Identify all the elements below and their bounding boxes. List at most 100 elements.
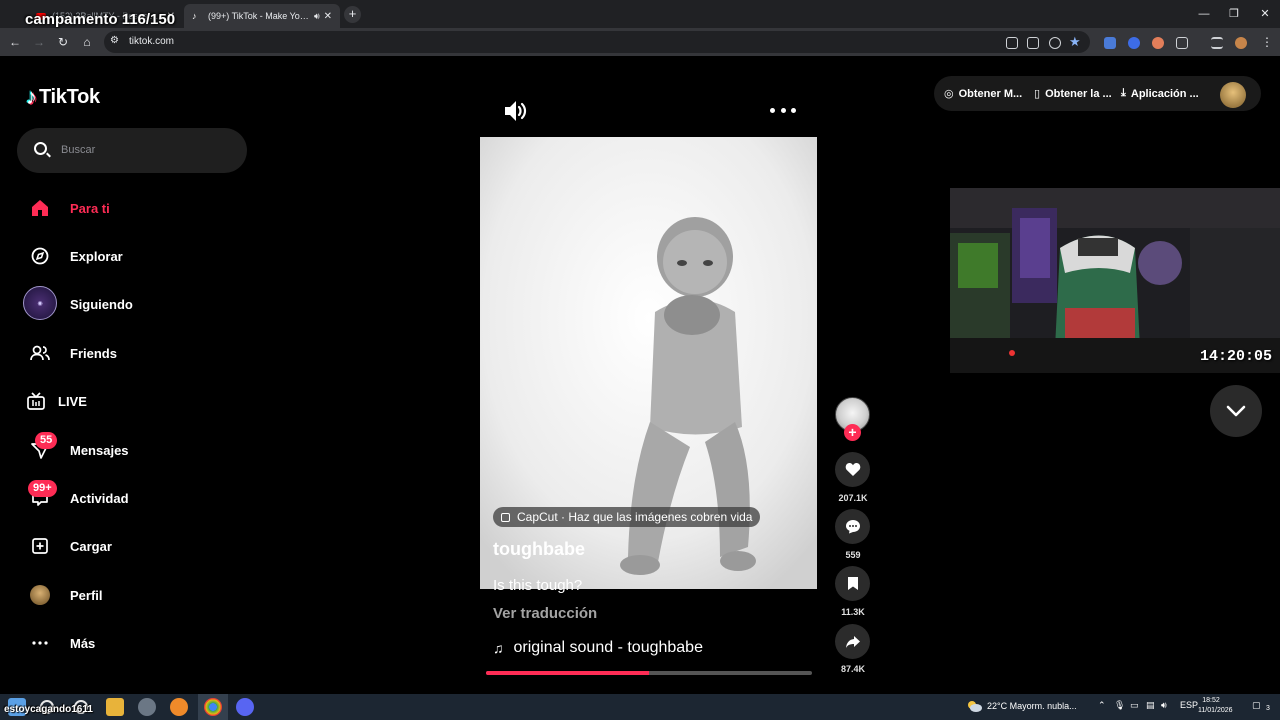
camera-icon[interactable]: ▭ xyxy=(1130,700,1139,711)
close-window-button[interactable]: ✕ xyxy=(1248,0,1280,28)
messages-badge: 55 xyxy=(35,432,58,449)
sidebar-item-label: Para ti xyxy=(70,200,110,216)
sound-link[interactable]: ♫ original sound - toughbabe xyxy=(493,639,703,657)
webcam-timestamp: 14:20:05 xyxy=(1199,348,1272,365)
tiktok-note-icon: ♪ xyxy=(26,84,37,109)
language-indicator[interactable]: ESP xyxy=(1180,700,1198,710)
webcam-image xyxy=(950,188,1280,373)
sidebar-item-mensajes[interactable]: 55 Mensajes xyxy=(22,430,252,470)
dot xyxy=(780,107,786,113)
profile-avatar xyxy=(22,579,58,611)
sidebar-item-perfil[interactable]: Perfil xyxy=(22,575,252,615)
close-tab-icon[interactable]: ✕ xyxy=(324,11,332,22)
capcut-icon xyxy=(501,512,510,522)
volume-button[interactable] xyxy=(502,97,530,125)
chrome-icon[interactable] xyxy=(204,698,222,716)
new-tab-button[interactable]: + xyxy=(344,6,361,23)
reload-button[interactable]: ↻ xyxy=(55,34,71,50)
file-explorer-icon[interactable] xyxy=(106,698,124,716)
video-progress-bar[interactable] xyxy=(486,671,812,675)
extension-icon[interactable] xyxy=(1152,37,1164,49)
save-button[interactable] xyxy=(835,566,870,601)
search-input[interactable] xyxy=(61,140,231,160)
webcam-overlay: 14:20:05 xyxy=(950,188,1280,373)
back-button[interactable]: ← xyxy=(7,34,23,50)
comment-button[interactable] xyxy=(835,509,870,544)
tab-audio-icon[interactable]: 🔊︎ xyxy=(314,11,320,22)
phone-icon: ▯ xyxy=(1034,88,1041,100)
live-icon xyxy=(18,385,54,417)
taskbar-clock[interactable]: 18:52 11/01/2026 xyxy=(1198,696,1233,716)
weather-widget[interactable]: 22°C Mayorm. nubla... xyxy=(966,700,1077,712)
sound-name: original sound - toughbabe xyxy=(513,639,703,656)
restore-button[interactable]: ❐ xyxy=(1217,0,1251,28)
get-coins-button[interactable]: ◎ Obtener M... xyxy=(944,76,1022,111)
sidebar-item-friends[interactable]: Friends xyxy=(22,333,252,373)
bookmark-icon xyxy=(847,577,858,590)
see-translation-link[interactable]: Ver traducción xyxy=(493,605,597,622)
sidebar-item-para-ti[interactable]: Para ti xyxy=(22,188,252,228)
menu-kebab-icon[interactable]: ⋮ xyxy=(1259,34,1275,50)
sidebar-item-actividad[interactable]: 99+ Actividad xyxy=(22,478,252,518)
speaker-icon[interactable]: 🔊︎ xyxy=(1161,700,1167,711)
extension-audio-icon[interactable] xyxy=(1128,37,1140,49)
sidebar-item-cargar[interactable]: Cargar xyxy=(22,526,252,566)
sidebar-item-label: Perfil xyxy=(70,587,103,603)
weather-text: 22°C Mayorm. nubla... xyxy=(987,701,1077,711)
tiktok-logo[interactable]: ♪ TikTok xyxy=(26,84,100,110)
address-bar[interactable]: ⚙ tiktok.com xyxy=(104,31,1090,53)
reading-list-icon[interactable] xyxy=(1211,37,1223,49)
tray-chevron-icon[interactable]: ⌃ xyxy=(1098,700,1106,711)
chevron-down-icon xyxy=(1226,405,1246,417)
sidebar-item-label: Actividad xyxy=(70,490,129,506)
follow-button[interactable]: + xyxy=(844,424,861,441)
compass-icon xyxy=(22,240,58,272)
share-button[interactable] xyxy=(835,624,870,659)
sidebar-item-label: Siguiendo xyxy=(70,296,133,312)
sidebar-item-label: Cargar xyxy=(70,538,112,554)
steam-icon[interactable] xyxy=(138,698,156,716)
sidebar-item-siguiendo[interactable]: ◉ Siguiendo xyxy=(22,284,252,324)
get-coins-label: Obtener M... xyxy=(958,87,1023,100)
sidebar-item-live[interactable]: LIVE xyxy=(22,381,252,421)
site-info-icon[interactable]: ⚙ xyxy=(110,35,119,46)
forward-button[interactable]: → xyxy=(31,34,47,50)
microphone-icon[interactable]: 🎙︎ xyxy=(1114,700,1125,711)
likes-count: 207.1K xyxy=(838,493,868,503)
home-button[interactable]: ⌂ xyxy=(79,34,95,50)
search-box[interactable] xyxy=(17,128,247,173)
following-avatar-image: ◉ xyxy=(23,286,57,320)
get-app-button[interactable]: ▯ Obtener la ... xyxy=(1034,76,1112,111)
capcut-template-link[interactable]: CapCut · Haz que las imágenes cobren vid… xyxy=(493,507,761,527)
extension-translate-icon[interactable] xyxy=(1104,37,1116,49)
install-app-icon[interactable] xyxy=(1006,37,1018,49)
sidebar-item-label: Explorar xyxy=(70,248,123,264)
stream-campaign-overlay: campamento 116/150 xyxy=(25,11,176,28)
get-app-label: Obtener la ... xyxy=(1045,87,1112,100)
overwatch-icon[interactable] xyxy=(170,698,188,716)
browser-toolbar: ← → ↻ ⌂ ⚙ tiktok.com ★ ⋮ xyxy=(0,28,1280,56)
minimize-button[interactable]: — xyxy=(1187,0,1221,28)
comment-icon xyxy=(845,520,860,534)
next-video-button[interactable] xyxy=(1210,385,1262,437)
dot xyxy=(770,107,775,113)
profile-icon[interactable] xyxy=(1235,37,1247,49)
zoom-icon[interactable] xyxy=(1049,37,1061,49)
network-icon[interactable]: ▤ xyxy=(1146,700,1155,711)
user-avatar[interactable] xyxy=(1220,82,1246,108)
notifications-icon[interactable]: ▢ xyxy=(1252,700,1261,711)
like-button[interactable] xyxy=(835,452,870,487)
video-options-button[interactable] xyxy=(770,100,796,120)
bookmark-star-icon[interactable]: ★ xyxy=(1069,34,1081,50)
tab-tiktok[interactable]: ♪ (99+) TikTok - Make Your Day 🔊︎ ✕ xyxy=(184,4,340,28)
sidebar-item-label: LIVE xyxy=(58,393,87,409)
coin-icon: ◎ xyxy=(944,88,954,100)
discord-icon[interactable] xyxy=(236,698,254,716)
desktop-app-button[interactable]: ⤓ Aplicación ... xyxy=(1121,76,1199,111)
extensions-puzzle-icon[interactable] xyxy=(1176,37,1188,49)
upload-icon xyxy=(22,530,58,562)
sidebar-item-mas[interactable]: Más xyxy=(22,623,252,663)
video-author[interactable]: toughbabe xyxy=(493,539,585,560)
sidebar-item-explorar[interactable]: Explorar xyxy=(22,236,252,276)
translate-icon[interactable] xyxy=(1027,37,1039,49)
